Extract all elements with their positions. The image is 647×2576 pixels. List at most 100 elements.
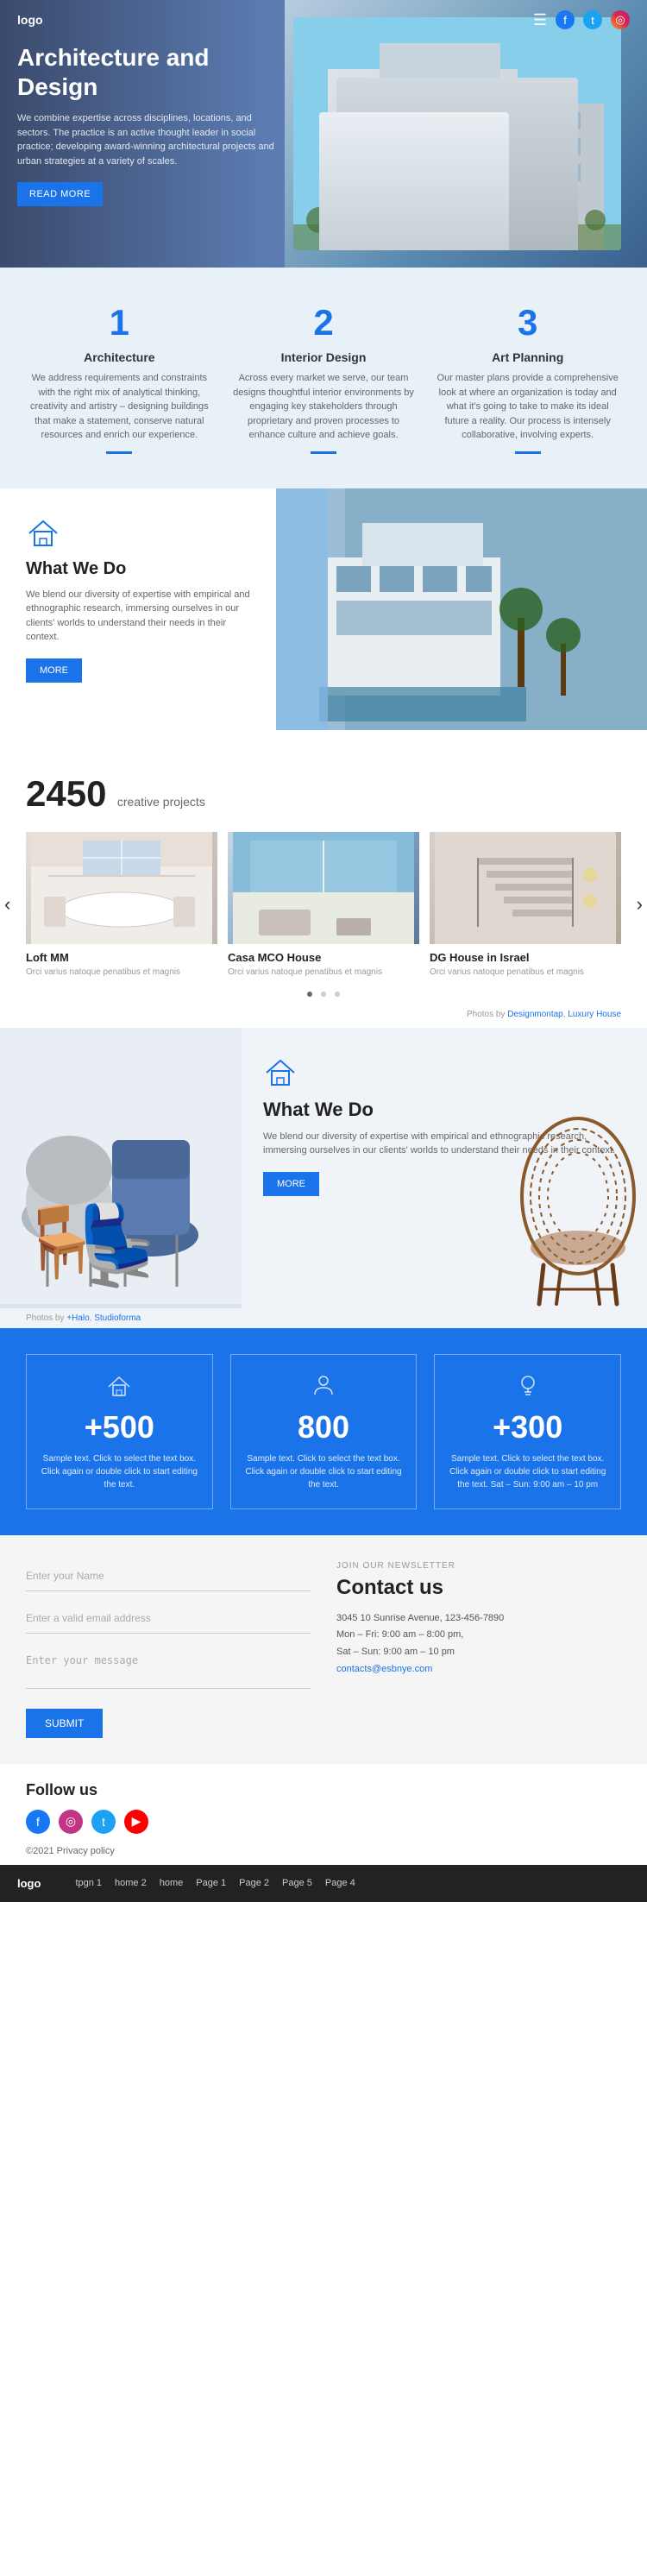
facebook-icon[interactable]: f	[556, 10, 575, 29]
feature-desc-1: We address requirements and constraints …	[26, 371, 213, 443]
instagram-social-button[interactable]: ◎	[59, 1810, 83, 1834]
designmontap-link[interactable]: Designmontap	[507, 1010, 562, 1019]
footer-nav-page1[interactable]: Page 1	[196, 1878, 226, 1888]
carousel-dots	[0, 986, 647, 1001]
projects-carousel: ‹ Loft MM	[0, 832, 647, 977]
feature-num-1: 1	[26, 302, 213, 343]
name-input[interactable]	[26, 1561, 311, 1591]
contact-hours: Mon – Fri: 9:00 am – 8:00 pm,	[336, 1627, 621, 1644]
carousel-item-loft: Loft MM Orci varius natoque penatibus et…	[26, 832, 217, 977]
read-more-button[interactable]: READ MORE	[17, 182, 103, 206]
footer-nav-page4[interactable]: Page 4	[325, 1878, 355, 1888]
stat-num-3: +300	[448, 1409, 607, 1445]
feature-line-3	[515, 451, 541, 454]
stat-desc-3: Sample text. Click to select the text bo…	[448, 1452, 607, 1491]
feature-title-2: Interior Design	[230, 350, 418, 364]
hero-description: We combine expertise across disciplines,…	[17, 111, 276, 168]
carousel-track: Loft MM Orci varius natoque penatibus et…	[26, 832, 621, 977]
carousel-item-dg: DG House in Israel Orci varius natoque p…	[430, 832, 621, 977]
copyright: ©2021 Privacy policy	[26, 1846, 621, 1856]
footer-logo: logo	[17, 1877, 41, 1890]
contact-title: Contact us	[336, 1576, 621, 1600]
contact-info: JOIN OUR NEWSLETTER Contact us 3045 10 S…	[336, 1561, 621, 1738]
menu-icon[interactable]: ☰	[533, 11, 547, 29]
rattan-chair-image	[509, 1067, 647, 1308]
feature-desc-2: Across every market we serve, our team d…	[230, 371, 418, 443]
carousel-desc-casa: Orci varius natoque penatibus et magnis	[228, 967, 419, 977]
stat-num-2: 800	[244, 1409, 404, 1445]
footer-nav-tpgn1[interactable]: tpgn 1	[75, 1878, 102, 1888]
carousel-dot-2[interactable]	[321, 992, 326, 997]
footer-nav-home2[interactable]: home 2	[115, 1878, 147, 1888]
contact-form: SUBMIT	[26, 1561, 311, 1738]
carousel-dot-3[interactable]	[335, 992, 340, 997]
house-icon-2	[263, 1054, 298, 1088]
feature-desc-3: Our master plans provide a comprehensive…	[434, 371, 621, 443]
instagram-icon[interactable]: ◎	[611, 10, 630, 29]
footer-nav-page2[interactable]: Page 2	[239, 1878, 269, 1888]
house-icon	[26, 514, 60, 549]
studioforma-link[interactable]: Studioforma	[94, 1313, 141, 1323]
carousel-img-dg	[430, 832, 621, 944]
feature-interior: 2 Interior Design Across every market we…	[230, 302, 418, 454]
projects-count: 2450	[26, 773, 106, 814]
footer: logo tpgn 1 home 2 home Page 1 Page 2 Pa…	[0, 1865, 647, 1902]
stat-item-3: +300 Sample text. Click to select the te…	[434, 1354, 621, 1509]
feature-num-2: 2	[230, 302, 418, 343]
follow-section: Follow us f ◎ t ▶ ©2021 Privacy policy	[0, 1764, 647, 1865]
youtube-social-button[interactable]: ▶	[124, 1810, 148, 1834]
wwd2-chairs-image	[0, 1028, 242, 1308]
home-stat-icon	[40, 1372, 199, 1402]
wwd-more-button[interactable]: MORE	[26, 658, 82, 683]
follow-title: Follow us	[26, 1781, 621, 1799]
wwd2-section: What We Do We blend our diversity of exp…	[0, 1028, 647, 1308]
stat-item-1: +500 Sample text. Click to select the te…	[26, 1354, 213, 1509]
twitter-social-button[interactable]: t	[91, 1810, 116, 1834]
feature-title-1: Architecture	[26, 350, 213, 364]
footer-nav-home[interactable]: home	[160, 1878, 184, 1888]
stat-desc-2: Sample text. Click to select the text bo…	[244, 1452, 404, 1491]
twitter-icon[interactable]: t	[583, 10, 602, 29]
carousel-prev-button[interactable]: ‹	[4, 893, 10, 916]
features-section: 1 Architecture We address requirements a…	[0, 268, 647, 488]
feature-line-2	[311, 451, 336, 454]
facebook-social-button[interactable]: f	[26, 1810, 50, 1834]
feature-art: 3 Art Planning Our master plans provide …	[434, 302, 621, 454]
wwd-title: What We Do	[26, 559, 250, 579]
wwd-image	[276, 488, 647, 730]
stat-desc-1: Sample text. Click to select the text bo…	[40, 1452, 199, 1491]
wwd-content: What We Do We blend our diversity of exp…	[0, 488, 276, 730]
projects-label: creative projects	[117, 795, 205, 809]
what-we-do-section: What We Do We blend our diversity of exp…	[0, 488, 647, 730]
wwd2-photos-credit: Photos by +Halo, Studioforma	[0, 1308, 647, 1328]
projects-section: 2450 creative projects	[0, 747, 647, 832]
feature-line-1	[106, 451, 132, 454]
stat-num-1: +500	[40, 1409, 199, 1445]
luxury-house-link[interactable]: Luxury House	[568, 1010, 621, 1019]
footer-nav-page5[interactable]: Page 5	[282, 1878, 312, 1888]
message-input[interactable]	[26, 1646, 311, 1689]
carousel-desc-loft: Orci varius natoque penatibus et magnis	[26, 967, 217, 977]
header-logo[interactable]: logo	[17, 13, 43, 27]
halo-link[interactable]: +Halo	[66, 1313, 89, 1323]
contact-details: 3045 10 Sunrise Avenue, 123-456-7890 Mon…	[336, 1610, 621, 1678]
email-input[interactable]	[26, 1603, 311, 1634]
bulb-stat-icon	[448, 1372, 607, 1402]
person-stat-icon	[244, 1372, 404, 1402]
contact-address: 3045 10 Sunrise Avenue, 123-456-7890	[336, 1610, 621, 1628]
wwd2-more-button[interactable]: MORE	[263, 1172, 319, 1196]
carousel-next-button[interactable]: ›	[637, 893, 643, 916]
social-icons: f ◎ t ▶	[26, 1810, 621, 1834]
contact-hours2: Sat – Sun: 9:00 am – 10 pm	[336, 1644, 621, 1661]
carousel-photos-credit: Photos by Designmontap, Luxury House	[0, 1010, 647, 1028]
contact-email[interactable]: contacts@esbnye.com	[336, 1664, 432, 1674]
submit-button[interactable]: SUBMIT	[26, 1709, 103, 1738]
carousel-dot-1[interactable]	[307, 992, 312, 997]
contact-section: SUBMIT JOIN OUR NEWSLETTER Contact us 30…	[0, 1535, 647, 1764]
carousel-title-casa: Casa MCO House	[228, 951, 419, 964]
feature-architecture: 1 Architecture We address requirements a…	[26, 302, 213, 454]
stats-section: +500 Sample text. Click to select the te…	[0, 1328, 647, 1535]
carousel-item-casa: Casa MCO House Orci varius natoque penat…	[228, 832, 419, 977]
newsletter-label: JOIN OUR NEWSLETTER	[336, 1561, 621, 1571]
carousel-img-loft	[26, 832, 217, 944]
